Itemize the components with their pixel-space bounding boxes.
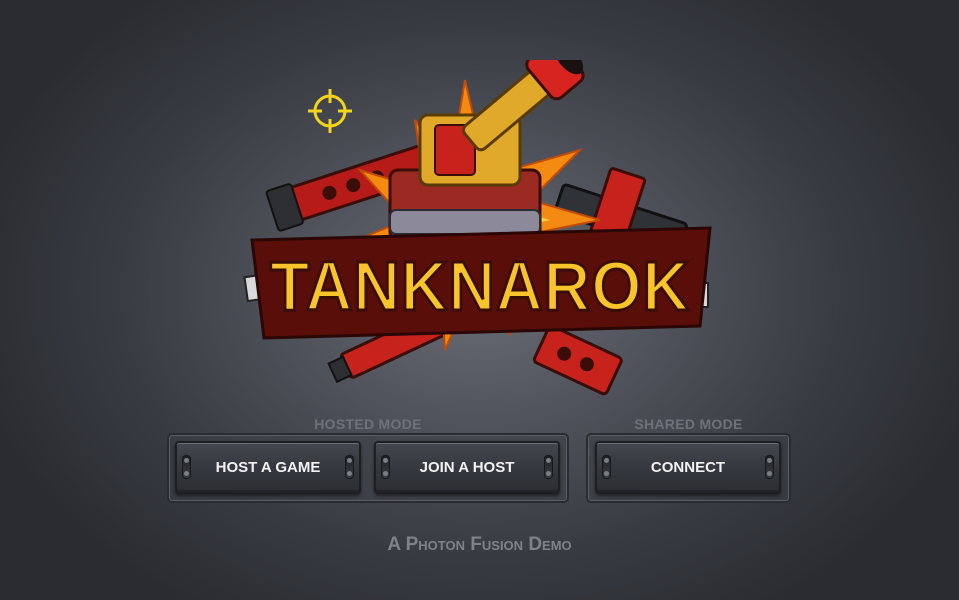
main-menu-screen: TANKNAROK HOSTED MODE HOST A GAME JOIN A… [0, 0, 959, 600]
bolt-icon [765, 455, 774, 479]
bolt-icon [602, 455, 611, 479]
game-title-text: TANKNAROK [270, 247, 690, 325]
bolt-icon [345, 455, 354, 479]
hosted-mode-label: HOSTED MODE [314, 416, 422, 432]
bolt-icon [544, 455, 553, 479]
join-a-host-label: JOIN A HOST [419, 459, 515, 476]
game-logo-title: TANKNAROK [250, 226, 712, 340]
host-a-game-button[interactable]: HOST A GAME [175, 441, 361, 494]
shared-mode-label: SHARED MODE [634, 416, 743, 432]
bolt-icon [182, 455, 191, 479]
host-a-game-label: HOST A GAME [215, 459, 321, 476]
connect-label: CONNECT [650, 459, 726, 476]
bolt-icon [381, 455, 390, 479]
footer-credit: A Photon Fusion Demo [387, 534, 572, 555]
join-a-host-button[interactable]: JOIN A HOST [374, 441, 560, 494]
connect-button[interactable]: CONNECT [595, 441, 781, 494]
